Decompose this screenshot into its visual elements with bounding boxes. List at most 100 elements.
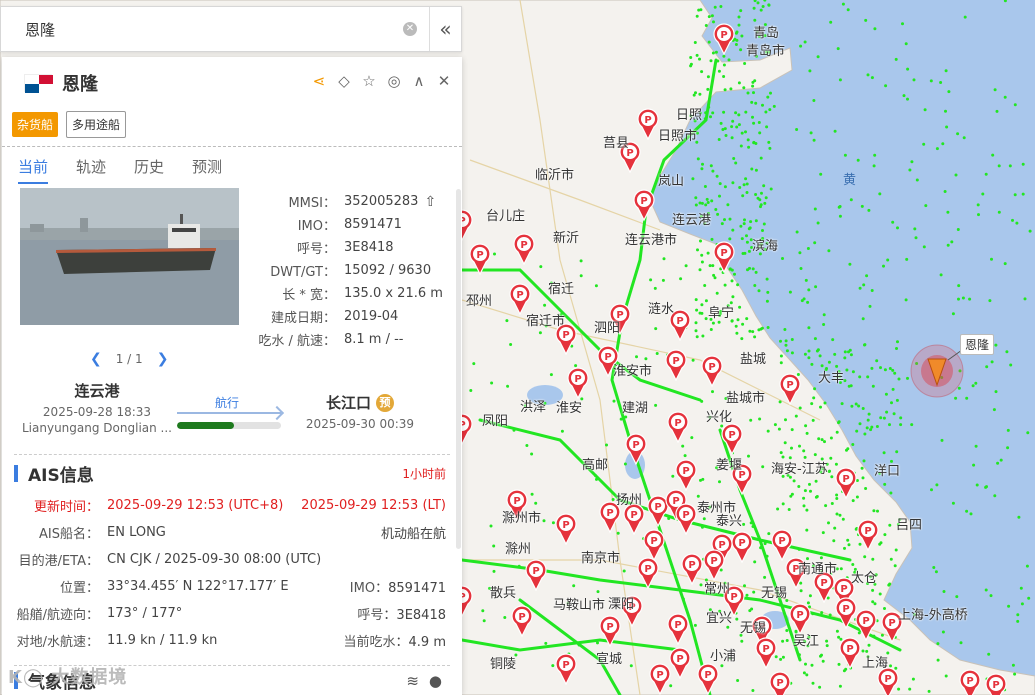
vessel-dot[interactable] xyxy=(472,362,476,366)
vessel-dot[interactable] xyxy=(954,173,958,177)
vessel-dot[interactable] xyxy=(730,136,734,140)
tag-general-cargo[interactable]: 杂货船 xyxy=(12,111,59,137)
tab-current[interactable]: 当前 xyxy=(18,147,49,187)
vessel-dot[interactable] xyxy=(954,396,958,400)
vessel-dot[interactable] xyxy=(868,304,872,308)
vessel-dot[interactable] xyxy=(715,174,719,178)
vessel-dot[interactable] xyxy=(882,451,886,455)
vessel-dot[interactable] xyxy=(975,483,979,487)
vessel-dot[interactable] xyxy=(745,234,748,238)
vessel-dot[interactable] xyxy=(706,87,710,91)
vessel-dot[interactable] xyxy=(827,249,831,253)
vessel-dot[interactable] xyxy=(662,257,666,261)
vessel-dot[interactable] xyxy=(779,339,782,343)
vessel-dot[interactable] xyxy=(596,590,600,594)
vessel-dot[interactable] xyxy=(710,199,714,203)
vessel-dot[interactable] xyxy=(1028,229,1032,233)
vessel-dot[interactable] xyxy=(847,543,851,547)
vessel-dot[interactable] xyxy=(689,62,693,66)
vessel-dot[interactable] xyxy=(795,230,799,234)
vessel-dot[interactable] xyxy=(879,366,882,370)
vessel-dot[interactable] xyxy=(741,194,745,198)
vessel-dot[interactable] xyxy=(752,91,755,95)
vessel-dot[interactable] xyxy=(710,14,714,18)
vessel-dot[interactable] xyxy=(956,132,960,136)
vessel-dot[interactable] xyxy=(605,443,608,447)
arrival-port-name[interactable]: 长江口 xyxy=(326,394,371,412)
vessel-dot[interactable] xyxy=(959,641,963,645)
vessel-dot[interactable] xyxy=(709,164,713,168)
vessel-dot[interactable] xyxy=(723,283,727,287)
vessel-dot[interactable] xyxy=(865,274,869,278)
vessel-dot[interactable] xyxy=(829,20,833,24)
vessel-dot[interactable] xyxy=(883,368,887,372)
vessel-dot[interactable] xyxy=(817,437,821,441)
vessel-dot[interactable] xyxy=(762,222,766,226)
vessel-dot[interactable] xyxy=(744,130,747,134)
vessel-dot[interactable] xyxy=(753,284,757,287)
vessel-dot[interactable] xyxy=(481,609,485,613)
vessel-dot[interactable] xyxy=(935,483,939,487)
vessel-dot[interactable] xyxy=(654,403,658,407)
vessel-dot[interactable] xyxy=(700,260,704,264)
vessel-dot[interactable] xyxy=(951,312,955,316)
vessel-dot[interactable] xyxy=(734,111,738,115)
vessel-dot[interactable] xyxy=(1011,218,1014,222)
vessel-dot[interactable] xyxy=(717,138,721,141)
vessel-dot[interactable] xyxy=(781,655,785,659)
vessel-dot[interactable] xyxy=(981,192,985,196)
vessel-dot[interactable] xyxy=(1021,162,1025,166)
vessel-dot[interactable] xyxy=(864,18,868,22)
vessel-dot[interactable] xyxy=(870,425,874,429)
vessel-dot[interactable] xyxy=(681,444,685,448)
vessel-dot[interactable] xyxy=(827,360,831,364)
vessel-dot[interactable] xyxy=(530,452,534,456)
vessel-dot[interactable] xyxy=(739,48,743,52)
vessel-dot[interactable] xyxy=(747,145,751,149)
vessel-dot[interactable] xyxy=(743,584,746,588)
vessel-dot[interactable] xyxy=(860,466,864,470)
vessel-dot[interactable] xyxy=(731,119,735,123)
vessel-dot[interactable] xyxy=(722,63,726,67)
vessel-dot[interactable] xyxy=(711,169,715,173)
vessel-dot[interactable] xyxy=(851,499,855,503)
vessel-dot[interactable] xyxy=(809,131,813,135)
vessel-dot[interactable] xyxy=(788,290,792,294)
locate-icon[interactable]: ◎ xyxy=(386,73,402,89)
vessel-dot[interactable] xyxy=(781,639,785,643)
vessel-dot[interactable] xyxy=(1025,564,1029,568)
vessel-dot[interactable] xyxy=(899,423,903,427)
vessel-dot[interactable] xyxy=(835,497,839,500)
vessel-dot[interactable] xyxy=(699,239,702,243)
vessel-dot[interactable] xyxy=(534,501,538,505)
vessel-dot[interactable] xyxy=(699,478,702,482)
vessel-dot[interactable] xyxy=(1008,164,1012,168)
vessel-dot[interactable] xyxy=(790,351,794,355)
vessel-dot[interactable] xyxy=(698,201,702,205)
star-icon[interactable]: ☆ xyxy=(361,73,377,89)
vessel-dot[interactable] xyxy=(809,489,812,493)
vessel-dot[interactable] xyxy=(894,666,898,670)
vessel-dot[interactable] xyxy=(829,436,833,440)
vessel-dot[interactable] xyxy=(912,78,916,82)
vessel-dot[interactable] xyxy=(828,613,832,617)
vessel-dot[interactable] xyxy=(894,57,898,61)
vessel-dot[interactable] xyxy=(754,270,758,274)
vessel-dot[interactable] xyxy=(753,335,757,339)
vessel-dot[interactable] xyxy=(1011,663,1015,667)
vessel-dot[interactable] xyxy=(815,349,819,353)
vessel-dot[interactable] xyxy=(492,569,496,573)
vessel-dot[interactable] xyxy=(730,125,734,129)
vessel-dot[interactable] xyxy=(733,272,736,276)
vessel-dot[interactable] xyxy=(866,375,870,379)
vessel-dot[interactable] xyxy=(595,477,598,481)
vessel-dot[interactable] xyxy=(619,417,623,421)
vessel-dot[interactable] xyxy=(854,402,858,406)
upload-icon[interactable]: ⇧ xyxy=(424,194,436,210)
vessel-dot[interactable] xyxy=(848,348,852,352)
vessel-dot[interactable] xyxy=(761,465,765,469)
vessel-dot[interactable] xyxy=(785,349,789,353)
vessel-dot[interactable] xyxy=(851,443,855,446)
vessel-dot[interactable] xyxy=(695,308,699,312)
vessel-dot[interactable] xyxy=(706,251,710,255)
